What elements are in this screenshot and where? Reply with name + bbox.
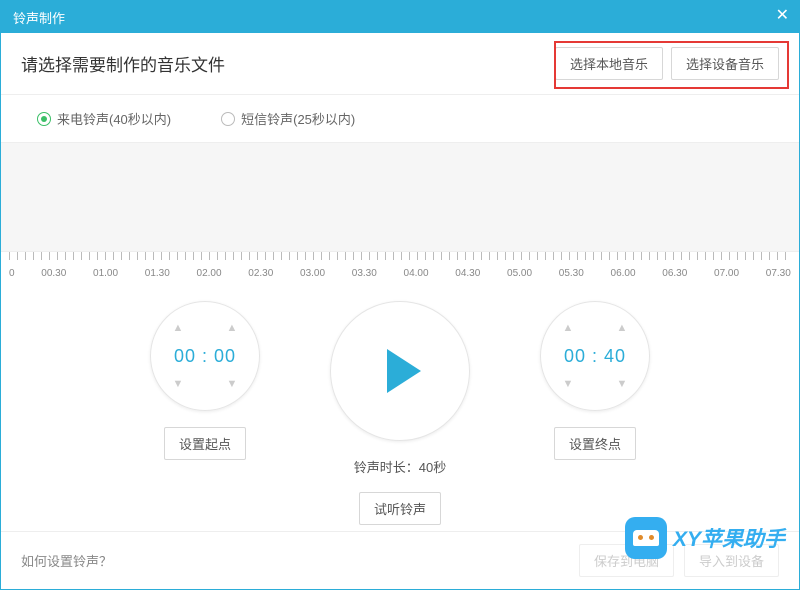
preview-ringtone-button[interactable]: 试听铃声	[359, 492, 441, 525]
end-time-dial[interactable]: ▲ ▲ 00 : 40 ▼ ▼	[540, 301, 650, 411]
end-time-value: 00 : 40	[564, 346, 626, 367]
ruler-tick-label: 02.30	[248, 268, 273, 279]
start-time-dial[interactable]: ▲ ▲ 00 : 00 ▼ ▼	[150, 301, 260, 411]
play-button[interactable]	[330, 301, 470, 441]
ruler-tick-label: 06.30	[662, 268, 687, 279]
set-start-button[interactable]: 设置起点	[164, 427, 246, 460]
ruler-tick-label: 05.00	[507, 268, 532, 279]
radio-dot-icon	[221, 112, 235, 126]
ruler-tick-label: 01.30	[145, 268, 170, 279]
close-icon[interactable]: ✕	[776, 7, 789, 25]
import-to-device-button[interactable]: 导入到设备	[684, 544, 779, 577]
start-time-value: 00 : 00	[174, 346, 236, 367]
ruler-tick-label: 06.00	[611, 268, 636, 279]
waveform-area[interactable]	[1, 142, 799, 252]
duration-label: 铃声时长：40秒	[354, 457, 446, 476]
chevron-down-icon[interactable]: ▼	[617, 378, 628, 390]
select-device-music-button[interactable]: 选择设备音乐	[671, 47, 779, 80]
window-title: 铃声制作	[13, 8, 65, 27]
chevron-down-icon[interactable]: ▼	[227, 378, 238, 390]
chevron-up-icon[interactable]: ▲	[563, 322, 574, 334]
ruler-tick-label: 00.30	[41, 268, 66, 279]
ruler-ticks	[9, 252, 791, 260]
help-link[interactable]: 如何设置铃声？	[21, 551, 112, 570]
chevron-down-icon[interactable]: ▼	[173, 378, 184, 390]
save-to-pc-button[interactable]: 保存到电脑	[579, 544, 674, 577]
ruler-tick-label: 04.30	[455, 268, 480, 279]
chevron-up-icon[interactable]: ▲	[617, 322, 628, 334]
ruler-tick-label: 02.00	[197, 268, 222, 279]
ruler-tick-label: 05.30	[559, 268, 584, 279]
ruler-tick-label: 04.00	[404, 268, 429, 279]
ruler-tick-label: 07.00	[714, 268, 739, 279]
chevron-down-icon[interactable]: ▼	[563, 378, 574, 390]
ruler-tick-label: 01.00	[93, 268, 118, 279]
radio-label: 短信铃声(25秒以内)	[241, 109, 355, 128]
set-end-button[interactable]: 设置终点	[554, 427, 636, 460]
ruler-tick-label: 03.30	[352, 268, 377, 279]
play-icon	[387, 349, 421, 393]
select-local-music-button[interactable]: 选择本地音乐	[555, 47, 663, 80]
time-ruler: 0 00.30 01.00 01.30 02.00 02.30 03.00 03.30 04.0…	[1, 262, 799, 281]
ruler-tick-label: 0	[9, 268, 15, 279]
ruler-tick-label: 03.00	[300, 268, 325, 279]
chevron-up-icon[interactable]: ▲	[227, 322, 238, 334]
chevron-up-icon[interactable]: ▲	[173, 322, 184, 334]
titlebar: 铃声制作 ✕	[1, 1, 799, 33]
radio-incoming-ringtone[interactable]: 来电铃声(40秒以内)	[37, 109, 171, 128]
ruler-tick-label: 07.30	[766, 268, 791, 279]
page-heading: 请选择需要制作的音乐文件	[21, 51, 225, 76]
radio-label: 来电铃声(40秒以内)	[57, 109, 171, 128]
radio-dot-icon	[37, 112, 51, 126]
radio-sms-ringtone[interactable]: 短信铃声(25秒以内)	[221, 109, 355, 128]
